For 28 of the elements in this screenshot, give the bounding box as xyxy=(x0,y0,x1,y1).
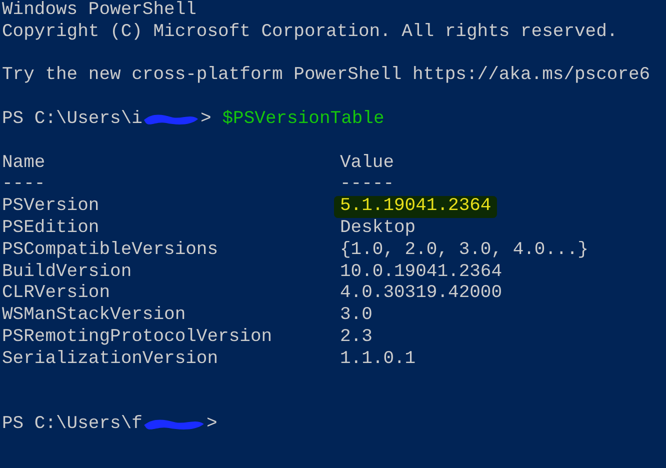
banner-text: Windows PowerShell xyxy=(2,0,196,20)
prompt-text: PS C:\Users\i xyxy=(2,108,142,131)
prompt-text: PS C:\Users\f xyxy=(2,414,142,436)
property-name: CLRVersion xyxy=(2,283,110,304)
property-name: PSEdition xyxy=(2,218,100,238)
property-name: BuildVersion xyxy=(2,262,132,282)
column-header: Name xyxy=(2,152,46,173)
property-value: 1.1.0.1 xyxy=(340,348,416,369)
prompt-text: > xyxy=(206,414,218,436)
property-value: 4.0.30319.42000 xyxy=(340,283,502,304)
property-value: Desktop xyxy=(340,218,416,238)
property-name: SerializationVersion xyxy=(2,348,218,369)
property-value: 10.0.19041.2364 xyxy=(340,262,502,282)
header-rule: ----- xyxy=(340,174,394,194)
property-name: WSManStackVersion xyxy=(2,305,186,326)
property-name: PSRemotingProtocolVersion xyxy=(2,326,272,347)
property-value: 3.0 xyxy=(340,305,372,326)
header-rule: ---- xyxy=(2,174,46,194)
highlighted-value: 5.1.19041.2364 xyxy=(334,196,498,218)
banner-text: Copyright (C) Microsoft Corporation. All rights reserved. xyxy=(2,22,618,42)
property-name: PSVersion xyxy=(2,196,100,216)
command-text: $PSVersionTable xyxy=(222,108,384,131)
column-header: Value xyxy=(340,152,394,173)
prompt-text: > xyxy=(200,108,212,131)
property-name: PSCompatibleVersions xyxy=(2,240,218,260)
hint-text: Try the new cross-platform PowerShell https://aka.ms/pscore6 xyxy=(2,65,650,86)
property-value: {1.0, 2.0, 3.0, 4.0...} xyxy=(340,240,588,260)
property-value: 2.3 xyxy=(340,326,372,347)
